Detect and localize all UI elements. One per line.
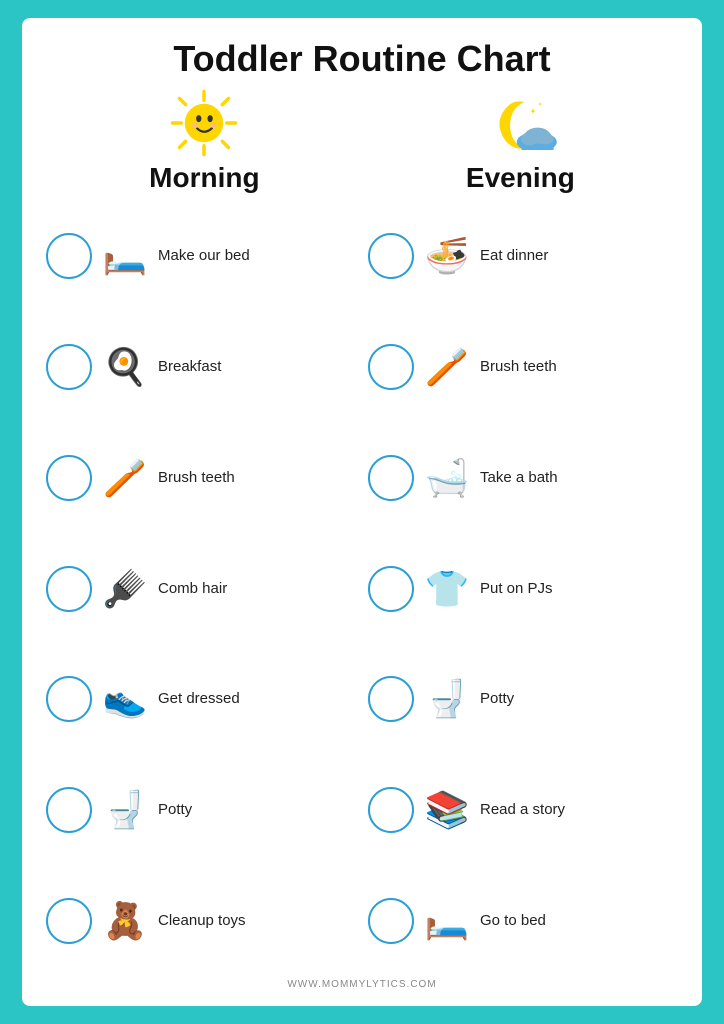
task-icon-comb-hair: 🪮	[98, 562, 152, 616]
checkbox-go-to-bed[interactable]	[368, 898, 414, 944]
task-row-take-bath: 🛁 Take a bath	[368, 425, 678, 530]
checkbox-potty-m[interactable]	[46, 787, 92, 833]
task-icon-get-dressed: 👟	[98, 672, 152, 726]
task-label-potty-e: Potty	[480, 690, 514, 708]
task-label-take-bath: Take a bath	[480, 469, 558, 487]
task-row-put-on-pjs: 👕 Put on PJs	[368, 536, 678, 641]
checkbox-make-bed[interactable]	[46, 233, 92, 279]
checkbox-put-on-pjs[interactable]	[368, 566, 414, 612]
task-label-put-on-pjs: Put on PJs	[480, 580, 553, 598]
task-icon-take-bath: 🛁	[420, 451, 474, 505]
task-row-go-to-bed: 🛏️ Go to bed	[368, 868, 678, 973]
task-icon-read-story: 📚	[420, 783, 474, 837]
checkbox-eat-dinner[interactable]	[368, 233, 414, 279]
task-icon-make-bed: 🛏️	[98, 229, 152, 283]
footer: WWW.MOMMYLYTICS.COM	[287, 979, 436, 990]
task-row-breakfast: 🍳 Breakfast	[46, 315, 356, 420]
task-icon-brush-teeth-m: 🪥	[98, 451, 152, 505]
evening-header: ✦ ✦ Evening	[466, 94, 575, 194]
evening-column: 🍜 Eat dinner 🪥 Brush teeth 🛁 Take a bath 👕 Put …	[368, 204, 678, 973]
task-row-brush-teeth-m: 🪥 Brush teeth	[46, 425, 356, 530]
checkbox-take-bath[interactable]	[368, 455, 414, 501]
morning-column: 🛏️ Make our bed 🍳 Breakfast 🪥 Brush teeth 🪮 Com…	[46, 204, 356, 973]
checkbox-brush-teeth-m[interactable]	[46, 455, 92, 501]
task-label-read-story: Read a story	[480, 801, 565, 819]
svg-text:✦: ✦	[538, 101, 543, 108]
task-icon-put-on-pjs: 👕	[420, 562, 474, 616]
task-label-cleanup-toys: Cleanup toys	[158, 912, 246, 930]
checkbox-comb-hair[interactable]	[46, 566, 92, 612]
checkbox-breakfast[interactable]	[46, 344, 92, 390]
svg-text:✦: ✦	[530, 107, 537, 116]
task-icon-brush-teeth-e: 🪥	[420, 340, 474, 394]
task-row-get-dressed: 👟 Get dressed	[46, 647, 356, 752]
task-row-potty-m: 🚽 Potty	[46, 758, 356, 863]
task-label-brush-teeth-e: Brush teeth	[480, 358, 557, 376]
checkbox-read-story[interactable]	[368, 787, 414, 833]
page-title: Toddler Routine Chart	[173, 38, 550, 80]
task-row-read-story: 📚 Read a story	[368, 758, 678, 863]
task-row-brush-teeth-e: 🪥 Brush teeth	[368, 315, 678, 420]
task-label-potty-m: Potty	[158, 801, 192, 819]
two-columns: 🛏️ Make our bed 🍳 Breakfast 🪥 Brush teeth 🪮 Com…	[46, 204, 678, 973]
morning-label: Morning	[149, 162, 259, 194]
sun-icon	[169, 88, 239, 158]
checkbox-potty-e[interactable]	[368, 676, 414, 722]
task-icon-potty-e: 🚽	[420, 672, 474, 726]
checkbox-get-dressed[interactable]	[46, 676, 92, 722]
task-row-eat-dinner: 🍜 Eat dinner	[368, 204, 678, 309]
task-icon-eat-dinner: 🍜	[420, 229, 474, 283]
task-label-go-to-bed: Go to bed	[480, 912, 546, 930]
checkbox-brush-teeth-e[interactable]	[368, 344, 414, 390]
morning-header: Morning	[149, 88, 259, 194]
moon-icon: ✦ ✦	[480, 94, 560, 158]
task-icon-potty-m: 🚽	[98, 783, 152, 837]
evening-label: Evening	[466, 162, 575, 194]
task-label-get-dressed: Get dressed	[158, 690, 240, 708]
task-row-make-bed: 🛏️ Make our bed	[46, 204, 356, 309]
task-label-make-bed: Make our bed	[158, 247, 250, 265]
task-icon-cleanup-toys: 🧸	[98, 894, 152, 948]
task-row-comb-hair: 🪮 Comb hair	[46, 536, 356, 641]
task-label-comb-hair: Comb hair	[158, 580, 227, 598]
task-row-cleanup-toys: 🧸 Cleanup toys	[46, 868, 356, 973]
task-label-brush-teeth-m: Brush teeth	[158, 469, 235, 487]
task-icon-go-to-bed: 🛏️	[420, 894, 474, 948]
task-row-potty-e: 🚽 Potty	[368, 647, 678, 752]
page: Toddler Routine Chart	[22, 18, 702, 1006]
task-icon-breakfast: 🍳	[98, 340, 152, 394]
columns-header: Morning ✦ ✦ Evening	[46, 88, 678, 194]
checkbox-cleanup-toys[interactable]	[46, 898, 92, 944]
task-label-eat-dinner: Eat dinner	[480, 247, 548, 265]
task-label-breakfast: Breakfast	[158, 358, 221, 376]
